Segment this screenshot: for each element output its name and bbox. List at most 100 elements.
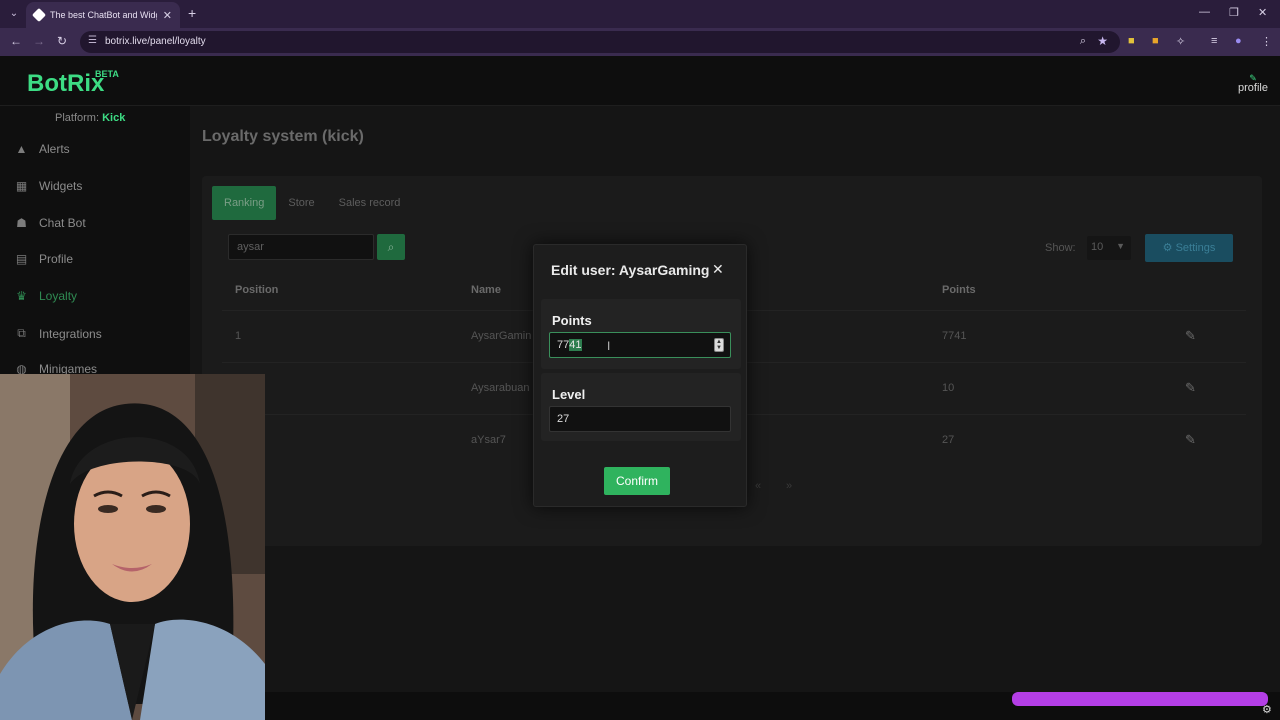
bookmark-star-icon[interactable]: ★ [1097, 34, 1108, 48]
page-size-select[interactable]: 10 ▼ [1087, 236, 1131, 260]
tab-ranking[interactable]: Ranking [212, 186, 277, 220]
streamer-portrait [0, 374, 265, 720]
sidebar-item-label: Chat Bot [39, 216, 86, 230]
page-size-value: 10 [1091, 241, 1104, 253]
sidebar-item-widgets[interactable]: ▦ Widgets [14, 179, 83, 193]
pencil-icon[interactable]: ✎ [1185, 380, 1196, 396]
column-header-position: Position [235, 284, 279, 296]
window-close-icon[interactable]: ✕ [1258, 6, 1267, 19]
points-value-plain: 77 [557, 339, 570, 351]
chevron-down-icon: ▼ [1116, 241, 1125, 251]
platform-value: Kick [102, 112, 126, 124]
beta-badge: BETA [95, 69, 119, 79]
forward-icon[interactable]: → [33, 34, 45, 48]
settings-button[interactable]: ⚙ Settings [1145, 234, 1233, 262]
edit-user-modal: Edit user: AysarGaming ✕ Points 7741 I ▲… [533, 244, 747, 507]
extensions-icon[interactable]: ✧ [1176, 35, 1185, 48]
extension-lock-icon[interactable]: ■ [1152, 35, 1159, 47]
cell-points: 27 [942, 434, 955, 446]
browser-tab-bar: ⌄ The best ChatBot and Widgets ✕ + — ❐ ✕ [0, 0, 1280, 28]
back-icon[interactable]: ← [10, 34, 22, 48]
sidebar-item-chat-bot[interactable]: ☗ Chat Bot [14, 216, 86, 230]
tab-search-icon[interactable]: ⌄ [6, 6, 22, 22]
profile-label: profile [1238, 82, 1268, 94]
number-spinner-icon[interactable]: ▲ ▼ [714, 338, 724, 352]
sidebar-item-integrations[interactable]: ⧉ Integrations [14, 326, 102, 341]
new-tab-icon[interactable]: + [188, 5, 196, 21]
id-card-icon: ▤ [15, 252, 28, 266]
grid-icon: ▦ [15, 179, 28, 193]
settings-label: Settings [1175, 242, 1216, 254]
top-navbar: BotRix BETA ✎ profile [0, 56, 1280, 106]
cell-points: 7741 [942, 330, 967, 342]
botrix-logo[interactable]: BotRix [27, 70, 104, 98]
sidebar-item-profile[interactable]: ▤ Profile [14, 252, 73, 266]
overlay-purple-bar [1012, 692, 1268, 706]
reload-icon[interactable]: ↻ [57, 34, 67, 48]
platform-label: Platform: [55, 112, 100, 124]
browser-menu-icon[interactable]: ⋮ [1261, 35, 1272, 48]
browser-toolbar: ← → ↻ ☰ botrix.live/panel/loyalty ⌕ ★ ■ … [0, 28, 1280, 56]
trophy-icon: ♛ [16, 289, 27, 303]
modal-title: Edit user: AysarGaming [551, 262, 710, 278]
cell-position: 1 [235, 330, 242, 342]
sidebar-item-label: Integrations [39, 326, 102, 341]
tab-store[interactable]: Store [276, 186, 326, 220]
robot-icon: ☗ [16, 216, 27, 230]
level-field-group: Level 27 [541, 373, 741, 441]
points-field-group: Points 7741 I ▲ ▼ [541, 299, 741, 369]
cell-name: Aysarabuan [471, 382, 530, 394]
settings-corner-icon[interactable]: ⚙ [1262, 703, 1272, 716]
cell-points: 10 [942, 382, 955, 394]
close-tab-icon[interactable]: ✕ [163, 9, 172, 22]
browser-tab[interactable]: The best ChatBot and Widgets ✕ [26, 2, 180, 28]
address-bar[interactable]: ☰ botrix.live/panel/loyalty ⌕ ★ [80, 31, 1120, 53]
webcam-overlay [0, 374, 265, 720]
search-input[interactable]: aysar [228, 234, 374, 260]
extension-shield-icon[interactable]: ■ [1128, 35, 1135, 47]
sidebar-item-label: Widgets [39, 179, 83, 193]
points-value-selected: 41 [569, 339, 582, 351]
points-input[interactable]: 7741 I ▲ ▼ [549, 332, 731, 358]
botrix-favicon-icon [31, 7, 47, 23]
tab-sales-record[interactable]: Sales record [327, 186, 413, 220]
plug-icon: ⧉ [17, 326, 26, 340]
level-input[interactable]: 27 [549, 406, 731, 432]
tab-title: The best ChatBot and Widgets [50, 10, 157, 20]
points-label: Points [552, 313, 592, 328]
column-header-name: Name [471, 284, 501, 296]
close-icon[interactable]: ✕ [712, 261, 724, 278]
sidebar-item-alerts[interactable]: ▲ Alerts [14, 142, 70, 156]
text-cursor-icon: I [607, 339, 611, 353]
minimize-icon[interactable]: — [1199, 6, 1210, 18]
pen-icon: ✎ [1249, 73, 1257, 83]
search-icon: ⌕ [387, 240, 395, 254]
search-button[interactable]: ⌕ [377, 234, 405, 260]
profile-link[interactable]: ✎ profile [1238, 73, 1268, 95]
sidebar-item-loyalty[interactable]: ♛ Loyalty [14, 289, 77, 303]
loyalty-tabs: Ranking Store Sales record [212, 186, 412, 220]
url-text: botrix.live/panel/loyalty [105, 36, 206, 47]
zoom-icon[interactable]: ⌕ [1080, 35, 1086, 48]
show-label: Show: [1045, 242, 1076, 254]
cell-name: aYsar7 [471, 434, 506, 446]
confirm-button[interactable]: Confirm [604, 467, 670, 495]
sidebar-item-label: Profile [39, 252, 74, 266]
column-header-points: Points [942, 284, 976, 296]
pencil-icon[interactable]: ✎ [1185, 432, 1196, 448]
warning-icon: ▲ [15, 142, 28, 156]
pager-prev[interactable]: « [755, 480, 761, 492]
restore-icon[interactable]: ❐ [1229, 6, 1239, 19]
profile-avatar-icon[interactable]: ● [1235, 35, 1242, 47]
platform-indicator: Platform: Kick [55, 112, 125, 124]
site-info-icon[interactable]: ☰ [88, 35, 97, 46]
media-control-icon[interactable]: ≡ [1211, 35, 1217, 47]
sidebar-item-label: Loyalty [39, 289, 78, 303]
pager-next[interactable]: » [786, 480, 792, 492]
cell-name: AysarGamin [471, 330, 532, 342]
level-label: Level [552, 387, 586, 402]
page-title: Loyalty system (kick) [202, 128, 364, 145]
pencil-icon[interactable]: ✎ [1185, 328, 1196, 344]
sidebar-item-label: Alerts [39, 142, 70, 156]
gear-icon: ⚙ [1162, 242, 1173, 254]
